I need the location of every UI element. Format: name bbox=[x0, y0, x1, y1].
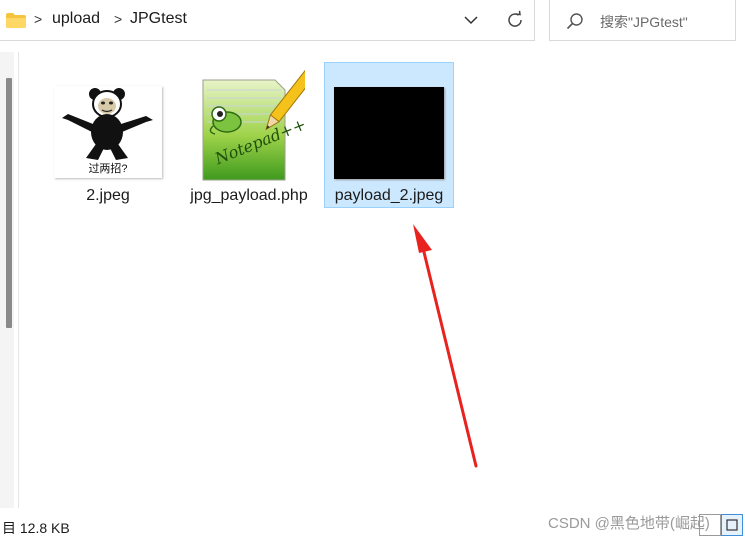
search-icon bbox=[566, 13, 583, 30]
file-name[interactable]: 2.jpeg bbox=[43, 186, 173, 206]
scrollbar-thumb[interactable] bbox=[6, 78, 12, 328]
search-placeholder: 搜索"JPGtest" bbox=[600, 14, 688, 30]
notepad-plus-plus-icon: Notepad++ bbox=[202, 66, 305, 181]
refresh-icon[interactable] bbox=[505, 10, 525, 30]
large-icons-view-button[interactable] bbox=[721, 514, 743, 536]
file-name[interactable]: jpg_payload.php bbox=[184, 186, 314, 206]
address-bar[interactable]: > upload > JPGtest bbox=[0, 0, 535, 41]
breadcrumb-jpgtest[interactable]: JPGtest bbox=[130, 10, 187, 28]
image-thumbnail bbox=[334, 87, 444, 179]
file-name[interactable]: payload_2.jpeg bbox=[325, 186, 453, 206]
folder-icon bbox=[6, 13, 26, 28]
breadcrumb-upload[interactable]: upload bbox=[52, 10, 100, 28]
file-item-2-jpeg[interactable]: 过两招? 2.jpeg bbox=[43, 62, 173, 208]
thumbnail-caption: 过两招? bbox=[88, 163, 128, 175]
panda-meme-icon bbox=[62, 88, 153, 160]
breadcrumb-separator: > bbox=[34, 11, 43, 27]
pane-divider[interactable] bbox=[18, 52, 19, 508]
file-item-payload-2-jpeg[interactable]: payload_2.jpeg bbox=[324, 62, 454, 208]
grid-view-icon bbox=[726, 519, 738, 531]
status-text: 目 12.8 KB bbox=[2, 520, 70, 536]
image-thumbnail: 过两招? bbox=[54, 86, 162, 178]
details-view-button[interactable] bbox=[699, 514, 721, 536]
watermark: CSDN @黑色地带(崛起) bbox=[548, 515, 710, 532]
file-item-jpg-payload-php[interactable]: Notepad++ jpg_payload.php bbox=[184, 62, 314, 208]
breadcrumb-separator: > bbox=[114, 11, 123, 27]
search-box[interactable]: 搜索"JPGtest" bbox=[549, 0, 736, 41]
chevron-down-icon[interactable] bbox=[463, 14, 479, 26]
